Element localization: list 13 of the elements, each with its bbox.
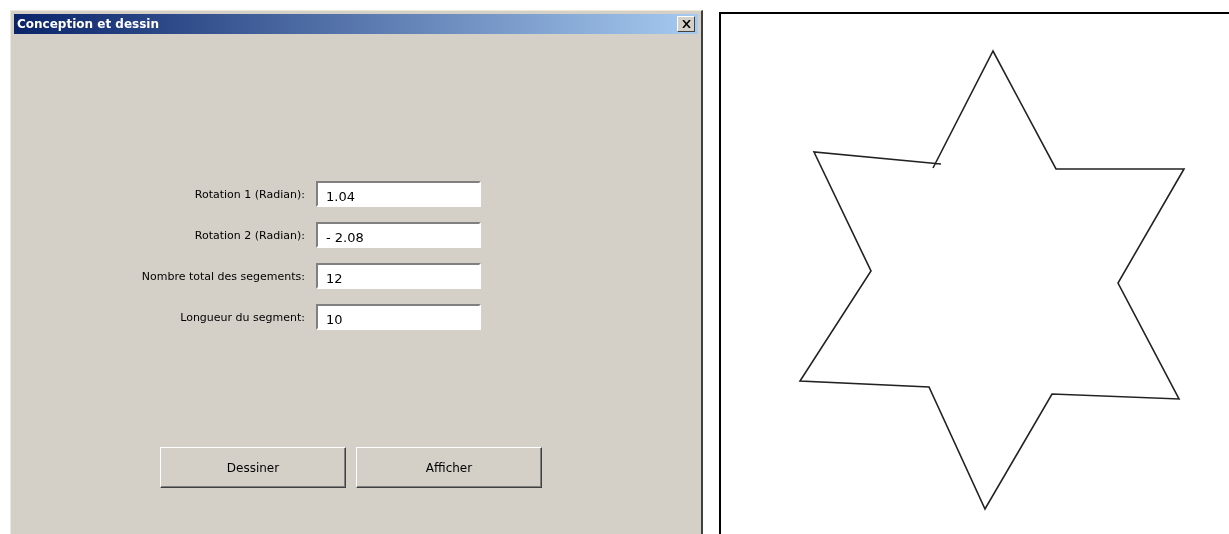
field-label: Rotation 1 (Radian): [193,187,305,201]
field-label: Nombre total des segements: [140,269,305,283]
input-field[interactable]: 1.04 [316,181,481,207]
input-field[interactable]: - 2.08 [316,222,481,248]
field-label: Longueur du segment: [179,310,305,324]
close-icon [681,20,691,28]
close-button[interactable] [677,16,695,32]
action-button[interactable]: Afficher [356,447,542,488]
input-field[interactable]: 12 [316,263,481,289]
window-title: Conception et dessin [17,17,159,31]
action-button[interactable]: Dessiner [160,447,346,488]
input-field[interactable]: 10 [316,304,481,330]
field-label: Rotation 2 (Radian): [193,228,305,242]
